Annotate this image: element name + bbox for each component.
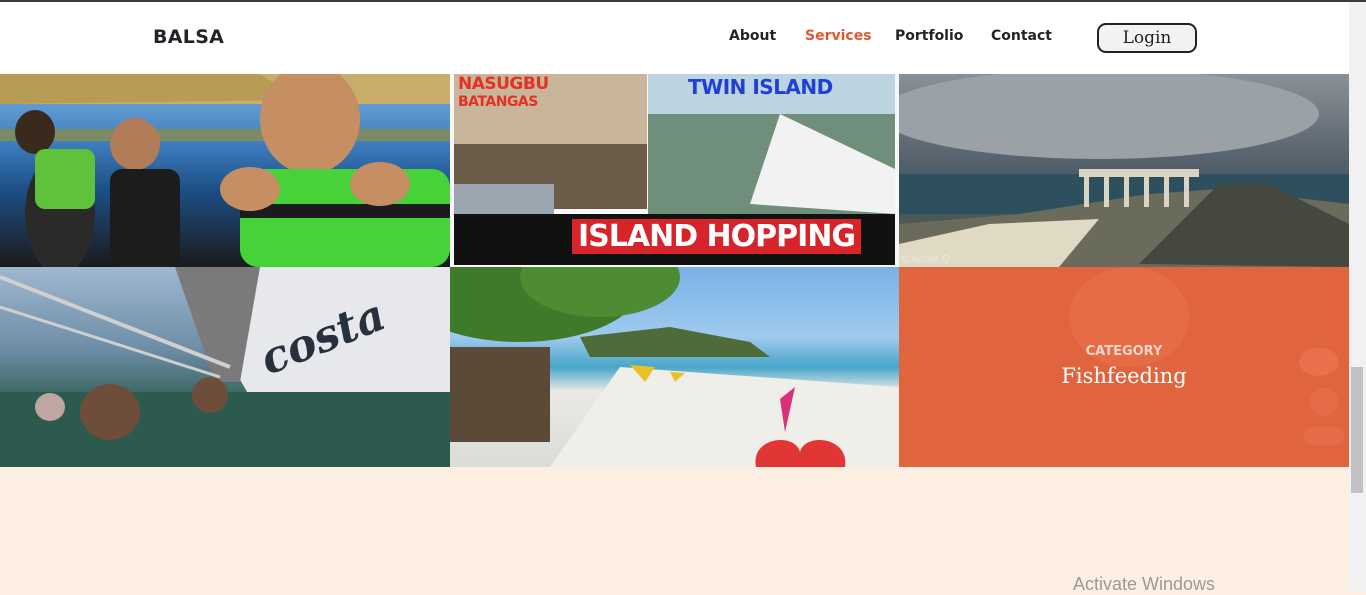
nav-link-about[interactable]: About [729, 28, 776, 44]
category-title: Fishfeeding [1061, 364, 1187, 388]
activate-windows-watermark: Activate Windows [1073, 574, 1216, 594]
nav-link-contact[interactable]: Contact [991, 28, 1052, 44]
login-button[interactable]: Login [1097, 23, 1197, 53]
caption-twin-island: TWIN ISLAND [688, 75, 833, 99]
portfolio-item-island-hopping[interactable]: NASUGBU BATANGAS TWIN ISLAND ISLAND HOPP… [450, 74, 899, 267]
portfolio-item-boat-tour[interactable] [0, 74, 450, 267]
portfolio-item-beach[interactable] [450, 267, 899, 467]
caption-batangas: BATANGAS [458, 94, 538, 110]
category-label: CATEGORY [1085, 344, 1163, 359]
caption-island-hopping: ISLAND HOPPING [572, 219, 862, 254]
boat-tour-image [0, 74, 450, 267]
caption-nasugbu: NASUGBU [458, 74, 549, 94]
portfolio-item-fishfeeding[interactable]: CATEGORY Fishfeeding [899, 267, 1349, 467]
nav-link-services[interactable]: Services [805, 28, 872, 44]
portfolio-item-swimming[interactable]: costa [0, 267, 450, 467]
portfolio-grid: NASUGBU BATANGAS TWIN ISLAND ISLAND HOPP… [0, 74, 1349, 467]
swimming-image [0, 267, 450, 467]
beach-image [450, 267, 899, 467]
photo-watermark: © Archie Q [901, 254, 950, 265]
nav-link-portfolio[interactable]: Portfolio [895, 28, 963, 44]
coastal-ruins-image [899, 74, 1349, 267]
scrollbar-thumb[interactable] [1351, 367, 1363, 493]
top-navbar: BALSA About Services Portfolio Contact L… [0, 2, 1349, 74]
portfolio-item-coastal-ruins[interactable]: © Archie Q [899, 74, 1349, 267]
brand-logo[interactable]: BALSA [153, 26, 224, 48]
page-scrollbar[interactable] [1349, 2, 1366, 591]
